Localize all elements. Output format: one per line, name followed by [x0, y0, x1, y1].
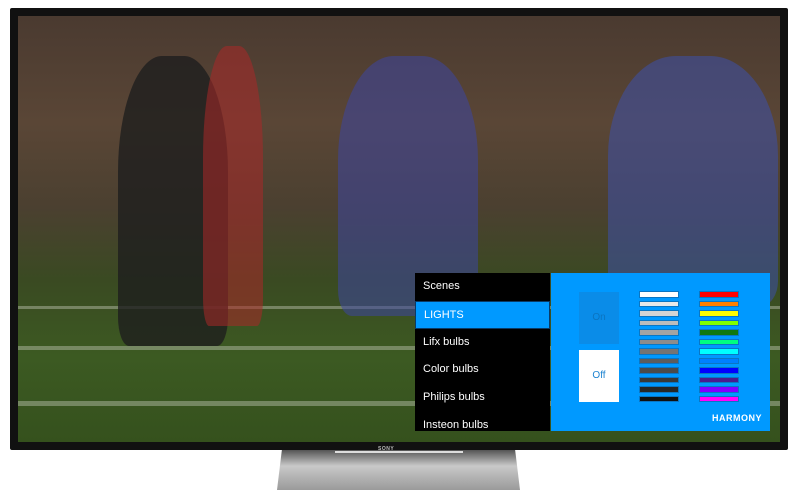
color-swatch[interactable]	[699, 300, 739, 307]
white-swatch[interactable]	[639, 395, 679, 402]
color-swatch[interactable]	[699, 376, 739, 383]
white-swatch[interactable]	[639, 300, 679, 307]
white-swatch[interactable]	[639, 338, 679, 345]
color-swatch[interactable]	[699, 357, 739, 364]
color-swatch[interactable]	[699, 386, 739, 393]
color-swatch[interactable]	[699, 310, 739, 317]
lights-panel: On Off HARMONY	[551, 273, 770, 431]
color-swatch[interactable]	[699, 319, 739, 326]
white-swatch[interactable]	[639, 357, 679, 364]
tv-stand-highlight	[335, 451, 463, 453]
white-swatch[interactable]	[639, 310, 679, 317]
harmony-menu: Scenes LIGHTS Lifx bulbs Color bulbs Philips…	[415, 273, 550, 431]
white-swatch[interactable]	[639, 291, 679, 298]
white-swatch[interactable]	[639, 376, 679, 383]
menu-item-scenes[interactable]: Scenes	[415, 273, 550, 301]
lights-off-button[interactable]: Off	[579, 350, 619, 402]
menu-item-lights[interactable]: LIGHTS	[415, 300, 550, 329]
harmony-logo: HARMONY	[712, 413, 762, 423]
color-swatch[interactable]	[699, 395, 739, 402]
color-swatch[interactable]	[699, 291, 739, 298]
white-swatch[interactable]	[639, 348, 679, 355]
menu-item-philips-bulbs[interactable]: Philips bulbs	[415, 384, 550, 412]
menu-item-color-bulbs[interactable]: Color bulbs	[415, 356, 550, 384]
menu-item-lifx-bulbs[interactable]: Lifx bulbs	[415, 329, 550, 357]
color-swatch[interactable]	[699, 367, 739, 374]
white-swatch[interactable]	[639, 329, 679, 336]
color-swatch[interactable]	[699, 348, 739, 355]
tv-stand	[277, 450, 520, 490]
lights-on-button[interactable]: On	[579, 292, 619, 344]
menu-item-insteon-bulbs[interactable]: Insteon bulbs	[415, 412, 550, 431]
color-swatch[interactable]	[699, 338, 739, 345]
white-swatch[interactable]	[639, 367, 679, 374]
white-swatch[interactable]	[639, 386, 679, 393]
color-swatch[interactable]	[699, 329, 739, 336]
white-swatch[interactable]	[639, 319, 679, 326]
